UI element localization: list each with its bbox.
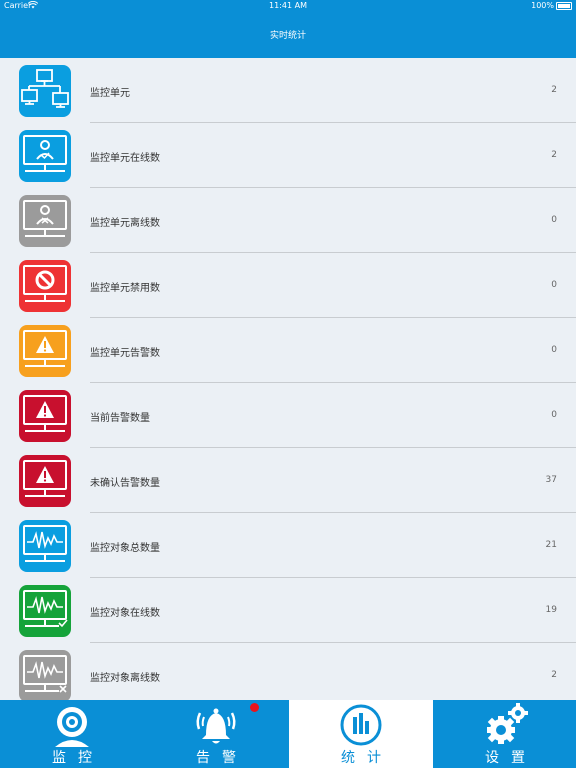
battery-icon	[556, 2, 572, 10]
stat-row-monitored-objects-offline[interactable]: 监控对象离线数 2	[0, 643, 576, 700]
tab-label: 告警	[196, 750, 248, 766]
monitor-user-online-icon	[19, 130, 71, 182]
stat-row-monitor-units-warning[interactable]: 监控单元告警数 0	[0, 318, 576, 383]
monitor-waveform-online-icon	[19, 585, 71, 637]
stat-row-monitored-objects-total[interactable]: 监控对象总数量 21	[0, 513, 576, 578]
stat-row-monitored-objects-online[interactable]: 监控对象在线数 19	[0, 578, 576, 643]
battery-percentage: 100%	[531, 1, 554, 10]
alarm-bell-icon	[191, 703, 241, 747]
tab-label: 统计	[341, 750, 393, 766]
stat-label: 监控对象离线数	[90, 673, 160, 684]
stat-label: 监控单元禁用数	[90, 283, 160, 294]
stat-label: 未确认告警数量	[90, 478, 160, 489]
stat-row-unconfirmed-alarms[interactable]: 未确认告警数量 37	[0, 448, 576, 513]
stat-row-monitor-units-disabled[interactable]: 监控单元禁用数 0	[0, 253, 576, 318]
tab-bar: 监控 告警 统计 设置	[0, 700, 576, 768]
stat-value: 37	[545, 475, 557, 485]
monitor-disabled-icon	[19, 260, 71, 312]
stat-label: 监控单元告警数	[90, 348, 160, 359]
status-time: 11:41 AM	[269, 1, 307, 10]
stat-row-current-alarms[interactable]: 当前告警数量 0	[0, 383, 576, 448]
monitor-waveform-icon	[19, 520, 71, 572]
webcam-icon	[47, 703, 97, 747]
stat-row-monitor-units-online[interactable]: 监控单元在线数 2	[0, 123, 576, 188]
stat-value: 0	[551, 215, 557, 225]
alarm-badge-dot	[250, 703, 259, 712]
tab-statistics[interactable]: 统计	[289, 700, 433, 768]
monitor-user-offline-icon	[19, 195, 71, 247]
stat-label: 当前告警数量	[90, 413, 150, 424]
stat-value: 2	[551, 150, 557, 160]
monitor-current-alarm-icon	[19, 390, 71, 442]
navigation-bar: 实时统计	[0, 12, 576, 58]
stat-value: 2	[551, 670, 557, 680]
stat-label: 监控单元	[90, 88, 130, 99]
stat-value: 0	[551, 410, 557, 420]
stat-value: 0	[551, 280, 557, 290]
status-bar: Carrier 11:41 AM 100%	[0, 0, 576, 12]
stat-value: 21	[545, 540, 557, 550]
monitor-warning-icon	[19, 325, 71, 377]
gears-icon	[480, 703, 530, 747]
page-title: 实时统计	[269, 31, 306, 41]
tab-label: 设置	[485, 750, 537, 766]
monitor-unconfirmed-alarm-icon	[19, 455, 71, 507]
stat-value: 19	[545, 605, 557, 615]
stat-label: 监控对象总数量	[90, 543, 160, 554]
statistics-list: 监控单元 2 监控单元在线数 2 监控单元离线数 0 监控单元禁用数 0 监控单…	[0, 58, 576, 700]
network-topology-icon	[19, 65, 71, 117]
stat-row-monitor-units-offline[interactable]: 监控单元离线数 0	[0, 188, 576, 253]
stat-value: 0	[551, 345, 557, 355]
stat-label: 监控单元离线数	[90, 218, 160, 229]
stat-label: 监控对象在线数	[90, 608, 160, 619]
tab-alarm[interactable]: 告警	[144, 700, 288, 768]
tab-settings[interactable]: 设置	[433, 700, 576, 768]
stat-row-monitor-units[interactable]: 监控单元 2	[0, 58, 576, 123]
stat-label: 监控单元在线数	[90, 153, 160, 164]
monitor-waveform-offline-icon	[19, 650, 71, 700]
statistics-bars-icon	[336, 703, 386, 747]
tab-label: 监控	[52, 750, 104, 766]
tab-monitor[interactable]: 监控	[0, 700, 144, 768]
stat-value: 2	[551, 85, 557, 95]
